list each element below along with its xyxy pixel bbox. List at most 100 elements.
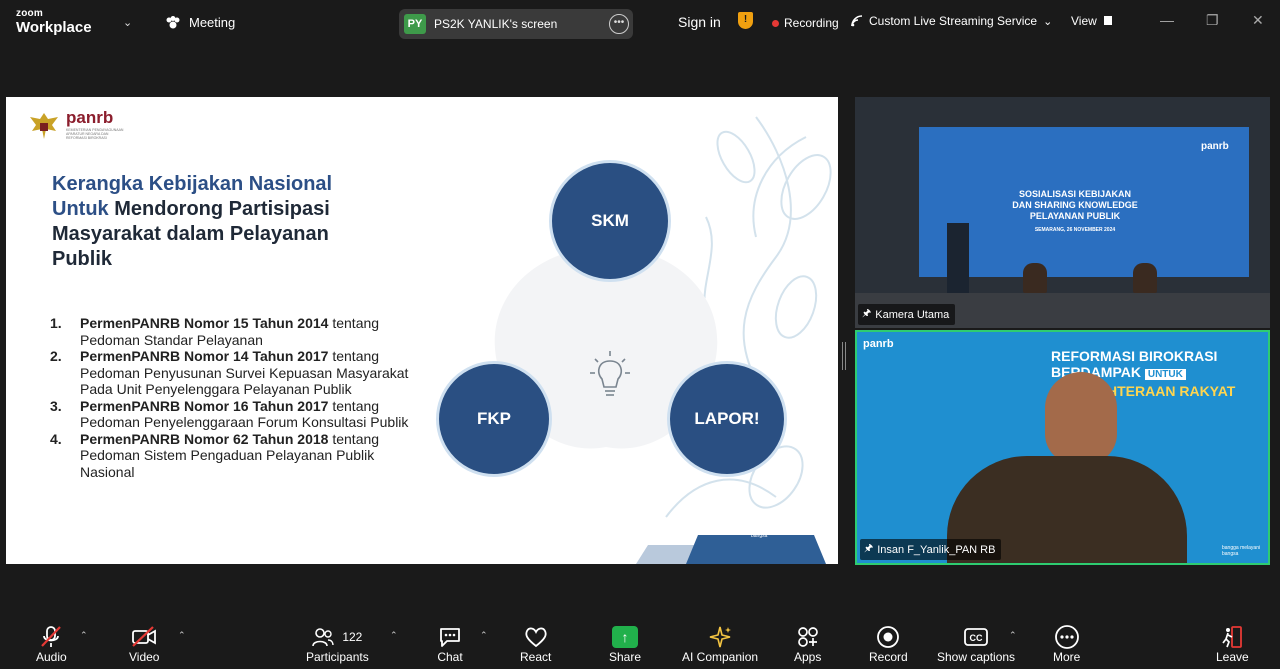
- close-icon[interactable]: ✕: [1252, 12, 1264, 29]
- more-icon: [1054, 625, 1079, 649]
- record-icon: [877, 626, 900, 648]
- skm-circle: SKM: [549, 160, 671, 282]
- show-captions-button[interactable]: CC Show captions: [937, 624, 1015, 664]
- record-button[interactable]: Record: [869, 624, 908, 664]
- captions-icon: CC: [964, 628, 988, 646]
- item-bold: PermenPANRB Nomor 16 Tahun 2017: [80, 397, 329, 414]
- title-part-2: Untuk: [52, 198, 109, 220]
- stream-label: Custom Live Streaming Service: [869, 14, 1038, 28]
- item-number: 3.: [50, 397, 62, 414]
- video-label: Video: [129, 650, 160, 664]
- virtual-bg-brand: panrb: [863, 338, 894, 350]
- share-arrow-icon: ↑: [612, 626, 639, 648]
- stream-icon: [851, 15, 863, 27]
- participant-name-badge: 🖈 Kamera Utama: [858, 304, 956, 325]
- top-bar: zoom Workplace ⌄ Meeting PY PS2K YANLIK'…: [0, 0, 1280, 46]
- share-screen-button[interactable]: ↑ Share: [609, 624, 641, 664]
- record-dot-icon: [772, 19, 779, 27]
- splitter-handle[interactable]: [842, 342, 846, 370]
- banner-line-3: PELAYANAN PUBLIK: [1029, 211, 1121, 221]
- ai-companion-label: AI Companion: [682, 650, 759, 664]
- bg-line-1: REFORMASI BIROKRASI: [1051, 348, 1218, 364]
- share-label: Share: [609, 650, 642, 664]
- minimize-icon[interactable]: —: [1160, 12, 1174, 28]
- video-button[interactable]: Video: [129, 624, 159, 664]
- list-item: 3. PermenPANRB Nomor 16 Tahun 2017 tenta…: [50, 398, 420, 431]
- sign-in-link[interactable]: Sign in: [678, 14, 721, 30]
- leave-icon: [1222, 626, 1243, 648]
- brand-bottom: Workplace: [16, 19, 92, 36]
- podium: [947, 223, 969, 303]
- participants-label: Participants: [306, 650, 369, 664]
- brand-top: zoom: [16, 8, 43, 19]
- more-button[interactable]: More: [1053, 624, 1080, 664]
- title-part-1: Kerangka Kebijakan Nasional: [52, 173, 333, 195]
- meeting-toolbar: Audio ⌃ Video ⌃ 122 Participants ⌃ Chat …: [0, 614, 1280, 669]
- regulation-list: 1. PermenPANRB Nomor 15 Tahun 2014 tenta…: [50, 315, 420, 480]
- panrb-subtitle: KEMENTERIAN PENDAYAGUNAAN APARATUR NEGAR…: [66, 128, 124, 140]
- more-label: More: [1053, 650, 1081, 664]
- apps-button[interactable]: Apps: [794, 624, 821, 664]
- react-button[interactable]: React: [520, 624, 551, 664]
- chat-button[interactable]: Chat: [437, 624, 463, 664]
- shared-screen: panrb KEMENTERIAN PENDAYAGUNAAN APARATUR…: [6, 97, 838, 564]
- bangga-melayani-logo: bangga melayani bangsa: [751, 527, 790, 539]
- item-number: 1.: [50, 315, 62, 331]
- speaker-2: [1133, 263, 1157, 293]
- list-item: 4. PermenPANRB Nomor 62 Tahun 2018 tenta…: [50, 431, 420, 481]
- chevron-up-icon[interactable]: ⌃: [178, 630, 186, 641]
- participant-name-badge: 🖈 Insan F_Yanlik_PAN RB: [860, 539, 1002, 560]
- participants-count: 122: [342, 630, 363, 644]
- shield-icon[interactable]: !: [738, 12, 753, 29]
- video-tile-kamera-utama[interactable]: panrb SOSIALISASI KEBIJAKAN DAN SHARING …: [855, 97, 1270, 328]
- ai-companion-button[interactable]: AI Companion: [682, 624, 758, 664]
- chevron-up-icon[interactable]: ⌃: [480, 630, 488, 641]
- live-stream-menu[interactable]: Custom Live Streaming Service ⌄: [851, 14, 1052, 28]
- participant-name: Insan F_Yanlik_PAN RB: [877, 543, 996, 556]
- recording-label: Recording: [784, 16, 839, 30]
- list-item: 1. PermenPANRB Nomor 15 Tahun 2014 tenta…: [50, 315, 420, 348]
- more-options-icon[interactable]: •••: [609, 14, 629, 34]
- mic-muted-icon: [41, 626, 62, 647]
- meeting-label: Meeting: [189, 15, 236, 30]
- item-number: 2.: [50, 348, 62, 364]
- leave-button[interactable]: Leave: [1216, 624, 1249, 664]
- apps-icon: [797, 627, 818, 647]
- chevron-down-icon: ⌄: [1043, 15, 1053, 28]
- meeting-info-button[interactable]: Meeting: [165, 15, 235, 30]
- participant-head: [1045, 372, 1117, 464]
- banner-line-1: SOSIALISASI KEBIJAKAN: [1018, 189, 1132, 199]
- fkp-circle: FKP: [436, 361, 552, 477]
- zoom-logo: zoom Workplace: [16, 8, 92, 36]
- participants-icon: [312, 628, 335, 647]
- maximize-icon[interactable]: ❐: [1206, 12, 1219, 29]
- lapor-circle: LAPOR!: [667, 361, 787, 477]
- record-label: Record: [869, 650, 908, 664]
- view-layout-icon: [1104, 16, 1113, 25]
- svg-text:CC: CC: [970, 633, 983, 643]
- bg-untuk: UNTUK: [1144, 369, 1186, 380]
- panrb-logo: panrb KEMENTERIAN PENDAYAGUNAAN APARATUR…: [28, 109, 126, 143]
- meeting-icon: [166, 15, 180, 28]
- chevron-up-icon[interactable]: ⌃: [390, 630, 398, 641]
- apps-label: Apps: [794, 650, 822, 664]
- leave-label: Leave: [1216, 650, 1249, 664]
- audio-button[interactable]: Audio: [36, 624, 67, 664]
- recording-indicator[interactable]: Recording: [772, 16, 839, 30]
- video-tile-insan[interactable]: panrb REFORMASI BIROKRASI BERDAMPAK UNTU…: [855, 330, 1270, 565]
- lightbulb-icon: [590, 351, 630, 396]
- item-bold: PermenPANRB Nomor 14 Tahun 2017: [80, 348, 329, 364]
- slide-title: Kerangka Kebijakan Nasional Untuk Mendor…: [52, 172, 392, 272]
- sharer-avatar: PY: [404, 14, 426, 34]
- heart-icon: [525, 627, 547, 648]
- chevron-up-icon[interactable]: ⌃: [80, 630, 88, 641]
- sharer-title: PS2K YANLIK's screen: [434, 17, 558, 31]
- banner-date: SEMARANG, 26 NOVEMBER 2024: [1034, 227, 1116, 233]
- chevron-down-icon[interactable]: ⌄: [123, 16, 132, 29]
- list-item: 2. PermenPANRB Nomor 14 Tahun 2017 tenta…: [50, 348, 420, 398]
- chevron-up-icon[interactable]: ⌃: [1009, 630, 1017, 641]
- screen-share-pill[interactable]: PY PS2K YANLIK's screen •••: [399, 9, 633, 39]
- view-menu[interactable]: View: [1071, 14, 1113, 28]
- participants-button[interactable]: 122 Participants: [306, 624, 369, 664]
- sparkle-icon: [709, 626, 732, 648]
